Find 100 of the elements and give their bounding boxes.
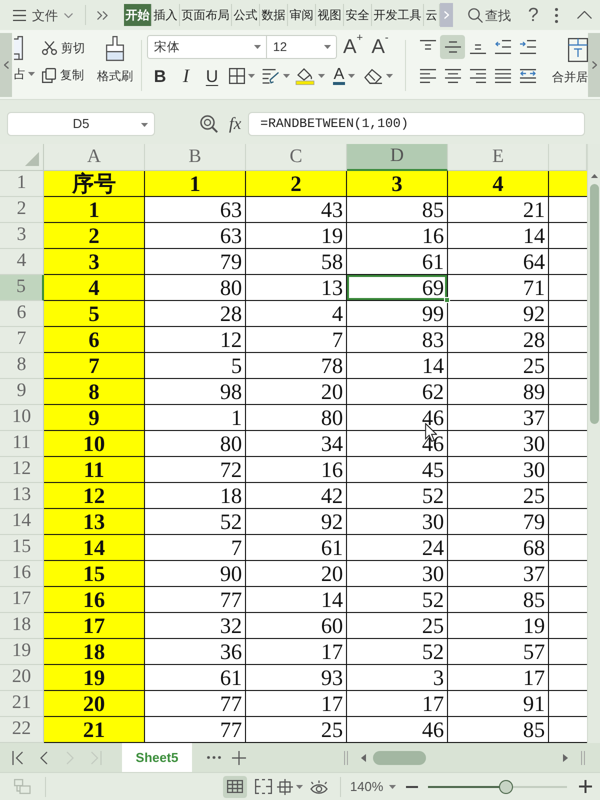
cut-button[interactable]: 剪切 (42, 37, 92, 59)
ribbon-tab[interactable]: 数据 (260, 4, 288, 26)
zoom-slider[interactable] (428, 780, 568, 794)
help-button[interactable]: ? (528, 6, 539, 24)
magnifier-icon[interactable] (200, 115, 218, 133)
function-button[interactable]: fx (229, 112, 242, 136)
column-header[interactable]: A (44, 144, 145, 171)
copy-icon (42, 68, 56, 82)
table-cell: 80 (246, 405, 347, 431)
table-cell: 79 (448, 509, 549, 535)
italic-button[interactable]: I (173, 64, 199, 88)
table-cell: 63 (145, 197, 246, 223)
grow-font-button[interactable]: A$^{+}$ (343, 37, 363, 57)
formula-field[interactable]: =RANDBETWEEN(1,100) (248, 112, 586, 136)
table-cell: 5 (145, 353, 246, 379)
row-header[interactable]: 7 (0, 327, 44, 353)
row-header[interactable]: 21 (0, 691, 44, 717)
name-box[interactable]: D5 (7, 112, 155, 136)
row-header[interactable]: 4 (0, 249, 44, 275)
row-header[interactable]: 18 (0, 613, 44, 639)
row-header[interactable]: 10 (0, 405, 44, 431)
column-header[interactable]: D (347, 144, 448, 171)
font-color-button[interactable]: A (327, 64, 361, 88)
more-icon[interactable] (554, 8, 558, 22)
row-header[interactable]: 1 (0, 171, 44, 197)
font-name-dropdown[interactable]: 宋体 (147, 35, 267, 59)
paste-button[interactable]: 占 (12, 30, 38, 99)
zoom-dropdown[interactable]: 140% (350, 780, 396, 793)
row-header[interactable]: 8 (0, 353, 44, 379)
vertical-scrollbar[interactable] (587, 144, 600, 743)
right-align-icon (470, 69, 486, 83)
eye-icon[interactable] (310, 780, 328, 794)
table-cell: 3 (44, 249, 145, 275)
double-chevron-icon[interactable] (97, 10, 108, 20)
row-header[interactable]: 6 (0, 301, 44, 327)
row-header[interactable]: 11 (0, 431, 44, 457)
row-header[interactable]: 20 (0, 665, 44, 691)
scrollbar-thumb[interactable] (590, 184, 598, 424)
shrink-font-button[interactable]: A$^{-}$ (370, 37, 390, 57)
outdent-icon (494, 40, 510, 54)
row-header[interactable]: 12 (0, 457, 44, 483)
ribbon-tab[interactable]: 视图 (316, 4, 344, 26)
ribbon-tab[interactable]: 插入 (152, 4, 180, 26)
column-header[interactable]: C (246, 144, 347, 171)
underline-button[interactable]: U (199, 64, 225, 88)
column-header[interactable]: E (448, 144, 549, 171)
grip-icon[interactable] (581, 750, 585, 764)
row-header[interactable]: 15 (0, 535, 44, 561)
table-cell: 85 (448, 587, 549, 613)
vertical-align-button[interactable] (440, 35, 465, 59)
page-break-icon (254, 779, 272, 794)
font-size-dropdown[interactable]: 12 (267, 35, 337, 59)
scroll-right-icon[interactable] (563, 754, 568, 762)
grip-icon[interactable] (344, 750, 348, 764)
normal-view-button[interactable] (223, 776, 247, 798)
column-header[interactable]: B (145, 144, 246, 171)
row-header[interactable]: 14 (0, 509, 44, 535)
row-header[interactable]: 9 (0, 379, 44, 405)
bold-button[interactable]: B (147, 64, 173, 88)
row-header[interactable]: 19 (0, 639, 44, 665)
row-header[interactable]: 22 (0, 717, 44, 743)
row-header[interactable]: 2 (0, 197, 44, 223)
table-cell: 63 (145, 223, 246, 249)
add-sheet-icon[interactable] (232, 750, 246, 764)
more-icon[interactable] (207, 756, 221, 759)
scroll-up-icon[interactable] (590, 174, 598, 178)
ribbon-tab[interactable]: 审阅 (288, 4, 316, 26)
ribbon-tab[interactable]: 公式 (232, 4, 260, 26)
row-header[interactable]: 17 (0, 587, 44, 613)
table-cell: 25 (448, 483, 549, 509)
row-header[interactable]: 13 (0, 483, 44, 509)
fill-handle[interactable] (444, 297, 450, 303)
search-button[interactable]: 查找 (468, 8, 511, 22)
merge-button[interactable]: 合并居 (552, 30, 588, 99)
ribbon-tab[interactable]: 开发工具 (372, 4, 424, 26)
paintbrush-icon (105, 36, 125, 61)
ribbon-tab[interactable]: 开始 (124, 4, 152, 26)
row-header[interactable]: 16 (0, 561, 44, 587)
caret-icon (254, 45, 261, 49)
ribbon-tab[interactable]: 安全 (344, 4, 372, 26)
table-cell: 20 (246, 561, 347, 587)
justify-icon (494, 69, 510, 83)
chevron-up-icon[interactable] (576, 11, 592, 19)
format-painter-button[interactable]: 格式刷 (95, 30, 135, 99)
slider-thumb[interactable] (499, 780, 514, 794)
chevron-left-icon[interactable] (40, 750, 48, 764)
scroll-left-icon[interactable] (361, 754, 366, 762)
row-header[interactable]: 5 (0, 275, 44, 301)
ribbon-tab[interactable]: 页面布局 (180, 4, 232, 26)
copy-button[interactable]: 复制 (42, 64, 92, 86)
row-header[interactable]: 3 (0, 223, 44, 249)
first-sheet-icon[interactable] (12, 750, 24, 764)
table-cell: 2 (44, 223, 145, 249)
frame-icon (277, 778, 293, 794)
table-cell: 14 (44, 535, 145, 561)
scrollbar-thumb[interactable] (373, 750, 426, 764)
zoom-in-icon[interactable] (579, 780, 592, 793)
file-menu-button[interactable]: 文件 (13, 8, 73, 22)
sheet-tab[interactable]: Sheet5 (122, 743, 192, 772)
table-cell: 83 (347, 327, 448, 353)
